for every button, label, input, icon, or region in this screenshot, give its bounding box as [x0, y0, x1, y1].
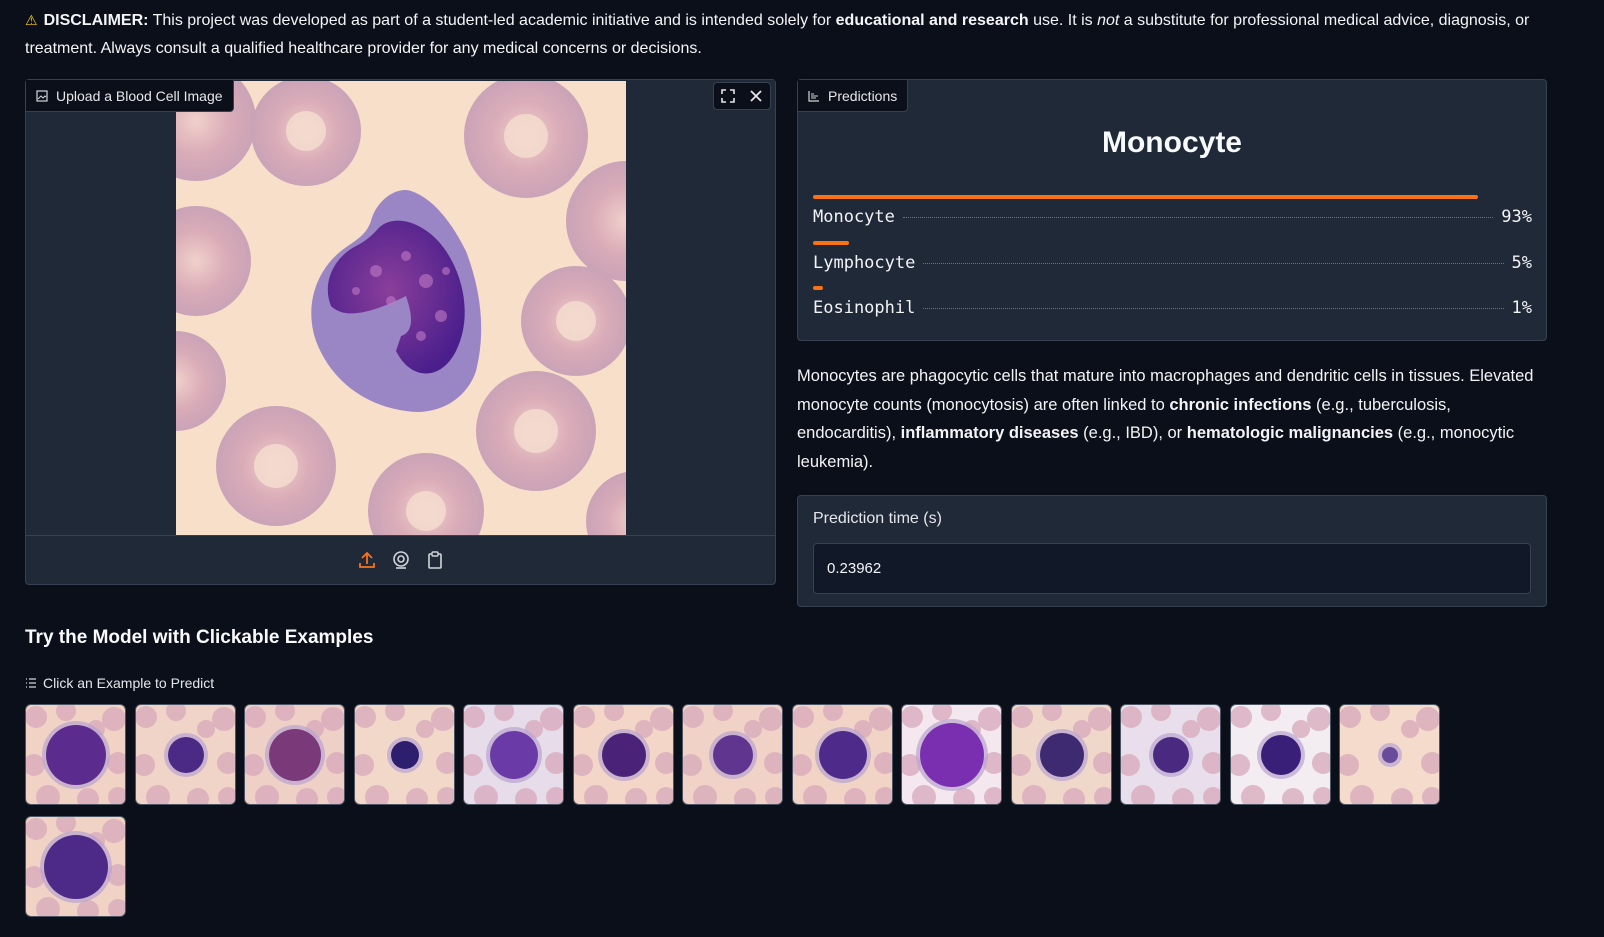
confidence-bar: [813, 286, 823, 290]
class-name: Monocyte: [813, 207, 895, 227]
class-name: Lymphocyte: [813, 253, 916, 273]
image-upload-label-text: Upload a Blood Cell Image: [56, 87, 223, 104]
clipboard-icon[interactable]: [423, 548, 447, 572]
example-thumbnail[interactable]: [682, 704, 783, 805]
disclaimer-label: DISCLAIMER:: [43, 12, 149, 29]
example-thumbnail[interactable]: [901, 704, 1002, 805]
predictions-label: Predictions: [798, 80, 909, 112]
leader-dots: [923, 263, 1504, 264]
class-percent: 5%: [1511, 253, 1532, 273]
disclaimer-part: This project was developed as part of a …: [148, 12, 836, 29]
description-bold: hematologic malignancies: [1186, 424, 1394, 442]
prediction-time-label: Prediction time (s): [813, 510, 942, 527]
confidence-bar: [813, 241, 849, 245]
example-thumbnail[interactable]: [1230, 704, 1331, 805]
disclaimer-text: ⚠ DISCLAIMER: This project was developed …: [25, 6, 1565, 63]
prediction-time-panel: Prediction time (s) 0.23962: [797, 495, 1547, 607]
confidence-row: Eosinophil 1%: [813, 286, 1532, 318]
example-thumbnail[interactable]: [1011, 704, 1112, 805]
image-upload-label: Upload a Blood Cell Image: [26, 80, 234, 112]
image-source-bar: [26, 535, 775, 584]
example-thumbnail[interactable]: [1120, 704, 1221, 805]
image-icon: [36, 89, 48, 102]
blood-cell-image: [176, 81, 626, 535]
disclaimer-part: use. It is: [1028, 12, 1098, 29]
confidence-row: Lymphocyte 5%: [813, 241, 1532, 273]
description-bold: inflammatory diseases: [900, 424, 1079, 442]
prediction-time-field[interactable]: 0.23962: [813, 543, 1531, 594]
examples-heading: Try the Model with Clickable Examples: [25, 627, 374, 648]
list-icon: [26, 678, 36, 688]
confidence-bar: [813, 195, 1478, 199]
predictions-panel: Predictions Monocyte Monocyte 93% Lympho…: [797, 79, 1547, 341]
example-thumbnail[interactable]: [792, 704, 893, 805]
fullscreen-icon[interactable]: [714, 83, 742, 109]
leader-dots: [923, 308, 1504, 309]
examples-label-text: Click an Example to Predict: [43, 675, 215, 691]
example-thumbnail[interactable]: [573, 704, 674, 805]
top-prediction: Monocyte: [1101, 126, 1242, 159]
disclaimer-emphasis: not: [1097, 12, 1120, 29]
class-percent: 93%: [1501, 207, 1532, 227]
leader-dots: [902, 217, 1494, 218]
description-bold: chronic infections: [1169, 395, 1312, 414]
example-thumbnail[interactable]: [25, 704, 126, 805]
example-thumbnail[interactable]: [135, 704, 236, 805]
close-icon[interactable]: [742, 83, 770, 109]
class-percent: 1%: [1511, 298, 1532, 318]
predictions-label-text: Predictions: [828, 87, 898, 104]
warning-icon: ⚠: [25, 12, 38, 28]
example-thumbnail[interactable]: [25, 816, 126, 917]
webcam-icon[interactable]: [389, 548, 413, 572]
example-thumbnail[interactable]: [244, 704, 345, 805]
upload-icon[interactable]: [355, 548, 379, 572]
example-thumbnail[interactable]: [463, 704, 564, 805]
image-toolbar: [713, 82, 771, 110]
class-name: Eosinophil: [813, 298, 916, 318]
confidence-row: Monocyte 93%: [813, 195, 1532, 227]
class-description: Monocytes are phagocytic cells that matu…: [797, 362, 1547, 476]
example-thumbnail[interactable]: [1339, 704, 1440, 805]
examples-label: Click an Example to Predict: [25, 675, 214, 691]
chart-icon: [808, 90, 819, 102]
description-part: (e.g., IBD), or: [1078, 424, 1187, 442]
example-thumbnail[interactable]: [354, 704, 455, 805]
image-upload-panel[interactable]: Upload a Blood Cell Image: [25, 79, 776, 585]
disclaimer-bold: educational and research: [835, 12, 1029, 29]
image-preview-area[interactable]: [26, 80, 775, 535]
